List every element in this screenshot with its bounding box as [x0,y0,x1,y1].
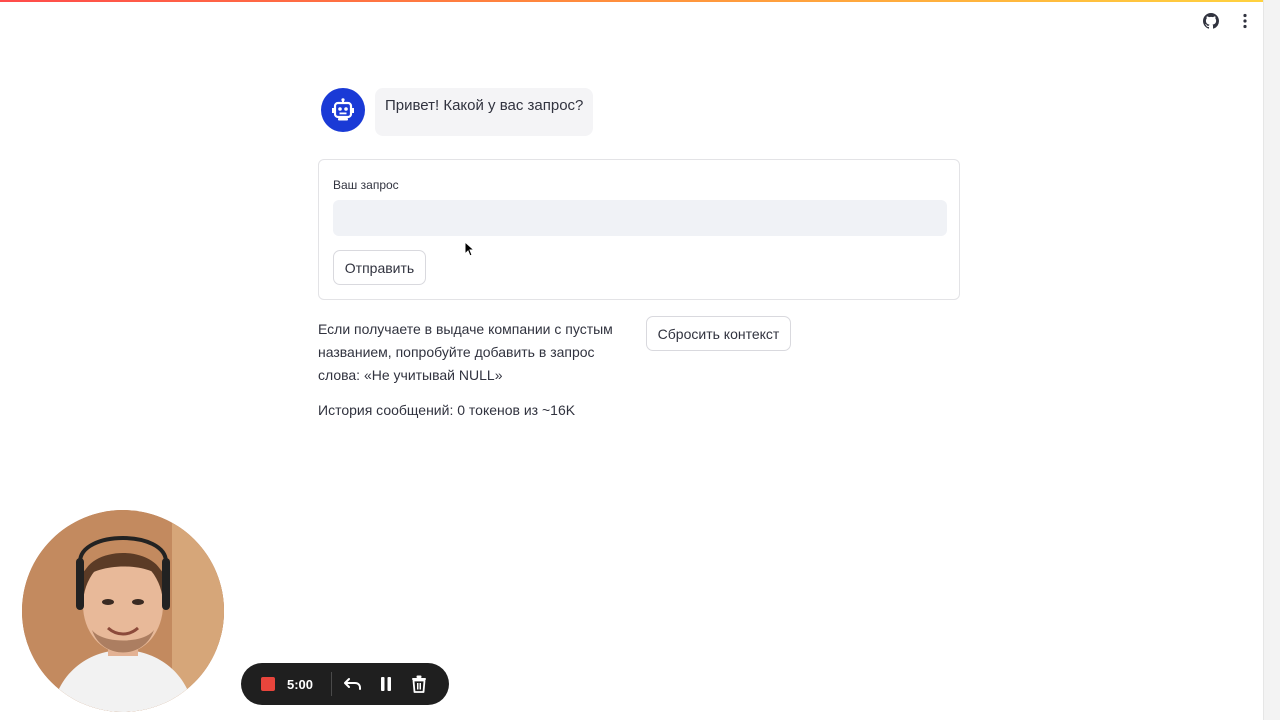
assistant-message: Привет! Какой у вас запрос? [321,88,960,136]
recording-toolbar: 5:00 [241,663,449,705]
person-avatar [22,510,224,712]
assistant-message-text: Привет! Какой у вас запрос? [375,88,594,136]
stop-icon[interactable] [261,677,275,691]
send-button[interactable]: Отправить [333,250,426,285]
assistant-avatar [321,88,365,132]
hint-text: Если получаете в выдаче компании с пусты… [318,321,613,383]
reset-context-button[interactable]: Сбросить контекст [646,316,791,351]
toolbar-divider [331,672,332,696]
history-status: История сообщений: 0 токенов из ~16K [318,402,576,418]
header-actions [1202,12,1254,30]
undo-icon[interactable] [342,673,364,695]
pause-icon[interactable] [375,673,397,695]
main-content: Привет! Какой у вас запрос? Ваш запрос О… [318,88,960,418]
top-decoration-bar [0,0,1264,2]
query-form: Ваш запрос Отправить [318,159,960,300]
webcam-overlay [22,510,224,712]
trash-icon[interactable] [408,673,430,695]
scrollbar-track[interactable] [1263,0,1280,720]
app-window: Привет! Какой у вас запрос? Ваш запрос О… [0,0,1280,720]
query-input[interactable] [333,200,947,236]
mouse-cursor [464,240,476,262]
recording-timer: 5:00 [287,676,314,692]
query-input-label: Ваш запрос [333,178,399,192]
github-icon[interactable] [1202,12,1220,30]
kebab-menu-icon[interactable] [1236,12,1254,30]
info-row: Если получаете в выдаче компании с пусты… [318,316,960,388]
robot-icon [332,98,354,121]
